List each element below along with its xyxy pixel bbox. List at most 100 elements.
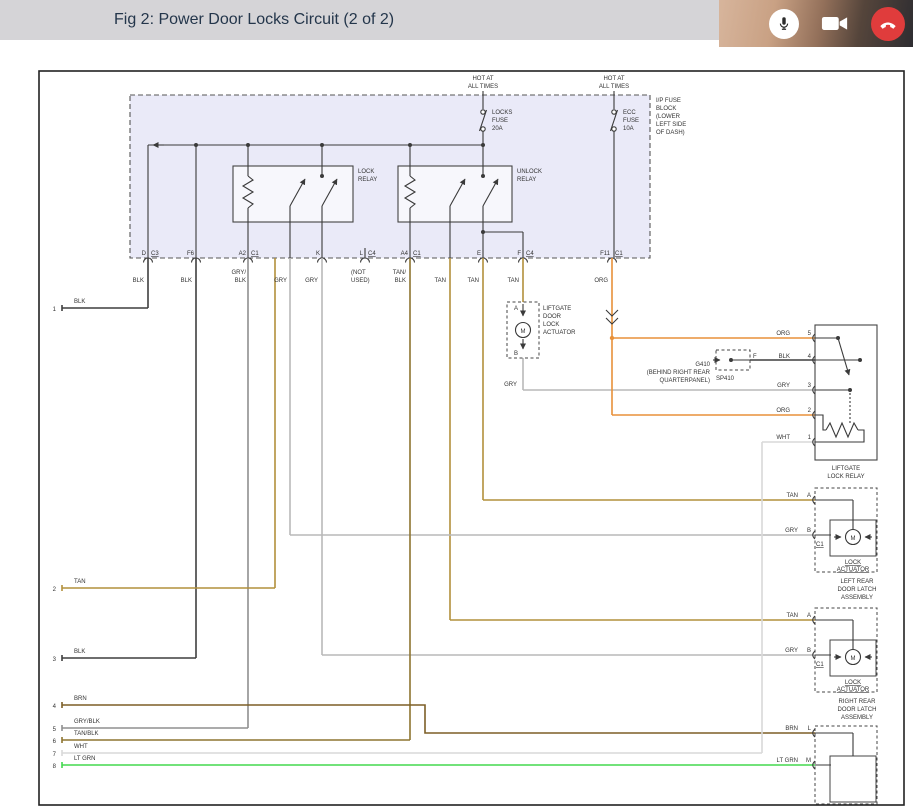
wire-color-label: TAN/	[393, 270, 407, 276]
wire-color-label: GRY	[785, 648, 798, 654]
wire-color-label: GRY/	[231, 270, 246, 276]
conn-label: C1	[816, 662, 824, 668]
unlock-relay-box	[398, 166, 512, 222]
pin-label: B	[807, 648, 811, 654]
pin-label: B	[514, 351, 518, 357]
end-call-button[interactable]	[871, 7, 905, 41]
conn-pin-label: E	[477, 251, 481, 257]
mute-microphone-button[interactable]	[769, 9, 799, 39]
video-camera-icon	[821, 13, 849, 34]
conn-label: C4	[368, 251, 376, 257]
component-label: LOCK	[358, 169, 374, 175]
wire-color-label: LT GRN	[777, 758, 798, 764]
hot-label: HOT AT	[603, 76, 624, 82]
liftgate-latch-box	[815, 726, 877, 804]
fuse-label: FUSE	[623, 118, 639, 124]
conn-pin-label: K	[316, 251, 320, 257]
component-label: LEFT REAR	[841, 579, 875, 585]
conn-pin-label: F6	[187, 251, 195, 257]
wire-color-label: BLK	[74, 649, 85, 655]
conn-pin-label: A4	[401, 251, 409, 257]
component-label: ASSEMBLY	[841, 715, 873, 721]
wire-number: 2	[53, 587, 57, 593]
liftgate-lock-relay-box	[815, 325, 877, 460]
wire-color-label: TAN/BLK	[74, 731, 99, 737]
pin-label: 3	[808, 383, 812, 389]
wire-color-label: TAN	[786, 493, 798, 499]
splice-label: SP410	[716, 376, 735, 382]
camera-button[interactable]	[820, 9, 850, 39]
pin-label: 5	[808, 331, 812, 337]
wiring-diagram-canvas: HOT AT ALL TIMES HOT AT ALL TIMES LOCKS …	[38, 70, 905, 807]
wire-number: 7	[53, 752, 57, 758]
wire-color-label: TAN	[74, 579, 86, 585]
wire-number: 6	[53, 739, 57, 745]
component-label: ACTUATOR	[837, 687, 870, 693]
wire-color-label: GRY/BLK	[74, 719, 100, 725]
wire-color-label: ORG	[776, 408, 790, 414]
fuse-label: ECC	[623, 110, 636, 116]
motor-letter: M	[851, 656, 856, 662]
hot-label: ALL TIMES	[599, 84, 629, 90]
conn-label: C1	[816, 542, 824, 548]
wire-number: 3	[53, 657, 57, 663]
pin-label: 4	[808, 354, 812, 360]
pin-label: M	[806, 758, 811, 764]
wires-tan-blk	[62, 258, 410, 743]
conn-label: C1	[413, 251, 421, 257]
component-label: LOCK RELAY	[827, 474, 864, 480]
conn-label: C1	[615, 251, 623, 257]
conn-label: C4	[526, 251, 534, 257]
microphone-icon	[775, 15, 793, 33]
hot-label: ALL TIMES	[468, 84, 498, 90]
wire-color-label: BRN	[74, 696, 87, 702]
wire-color-label: TAN	[434, 278, 446, 284]
conn-pin-label: F	[517, 251, 521, 257]
hang-up-icon	[878, 14, 898, 34]
wire-color-label: GRY	[777, 383, 790, 389]
wire-color-label: GRY	[305, 278, 318, 284]
component-label: LOCK	[543, 322, 559, 328]
motor-letter: M	[851, 536, 856, 542]
wires-gry-blk	[62, 258, 248, 731]
wire-color-label: BLK	[235, 278, 246, 284]
conn-label: C3	[151, 251, 159, 257]
wire-number: 4	[53, 704, 57, 710]
wires-blk	[62, 258, 815, 661]
motor-letter: M	[521, 329, 526, 335]
component-label: LOCK	[845, 560, 861, 566]
wire-color-label: BLK	[133, 278, 144, 284]
pin-label: F	[753, 354, 757, 360]
component-label: DOOR LATCH	[838, 707, 877, 713]
figure-title: Fig 2: Power Door Locks Circuit (2 of 2)	[114, 0, 394, 40]
wire-color-label: ORG	[776, 331, 790, 337]
pin-label: 2	[808, 408, 812, 414]
conn-pin-label: F11	[600, 251, 611, 257]
component-label: I/P FUSE	[656, 98, 681, 104]
component-label: LOCK	[845, 680, 861, 686]
wire-color-label: GRY	[504, 382, 517, 388]
wire-color-label: WHT	[776, 435, 790, 441]
component-label: LEFT SIDE	[656, 122, 686, 128]
component-label: DOOR LATCH	[838, 587, 877, 593]
component-label: BLOCK	[656, 106, 676, 112]
wires-wht	[62, 442, 815, 756]
component-label: LIFTGATE	[832, 466, 860, 472]
wire-color-label: BRN	[785, 726, 798, 732]
wire-color-label: BLK	[779, 354, 790, 360]
pin-label: A	[807, 613, 811, 619]
wire-number: 1	[53, 307, 57, 313]
wire-color-label: USED)	[351, 278, 370, 284]
wire-color-label: WHT	[74, 744, 88, 750]
wire-number: 8	[53, 764, 57, 770]
fuse-label: FUSE	[492, 118, 508, 124]
component-label: OF DASH)	[656, 130, 685, 136]
wire-color-label: TAN	[786, 613, 798, 619]
wire-color-label: BLK	[181, 278, 192, 284]
conn-pin-label: A2	[239, 251, 247, 257]
component-label: ACTUATOR	[837, 567, 870, 573]
video-call-bar	[719, 0, 913, 47]
component-label: LIFTGATE	[543, 306, 571, 312]
component-label: (LOWER	[656, 114, 681, 120]
conn-pin-label: D	[142, 251, 147, 257]
